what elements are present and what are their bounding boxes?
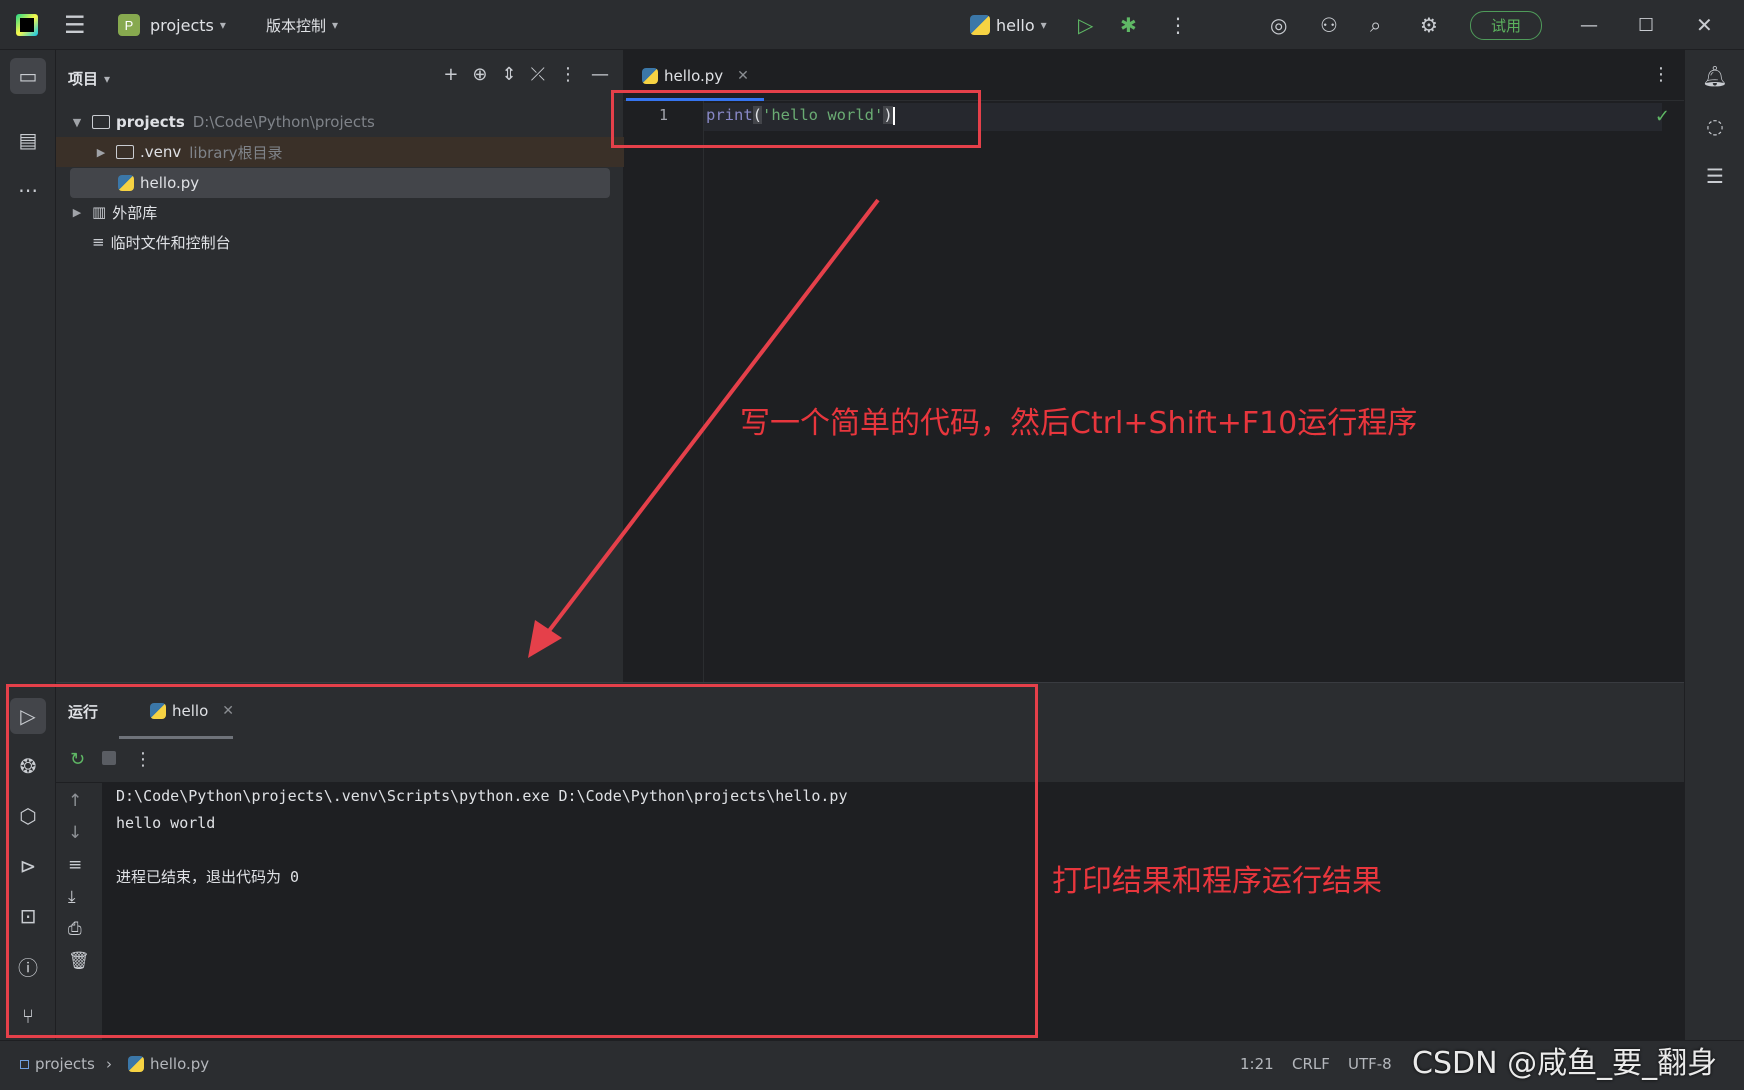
annotation-arrow-head bbox=[528, 620, 562, 658]
watermark: CSDN @咸鱼_要_翻身 bbox=[1412, 1046, 1718, 1081]
annotation-editor-note: 写一个简单的代码，然后Ctrl+Shift+F10运行程序 bbox=[740, 406, 1418, 441]
annotation-run-note: 打印结果和程序运行结果 bbox=[1052, 864, 1382, 899]
annotation-arrow bbox=[528, 198, 880, 658]
